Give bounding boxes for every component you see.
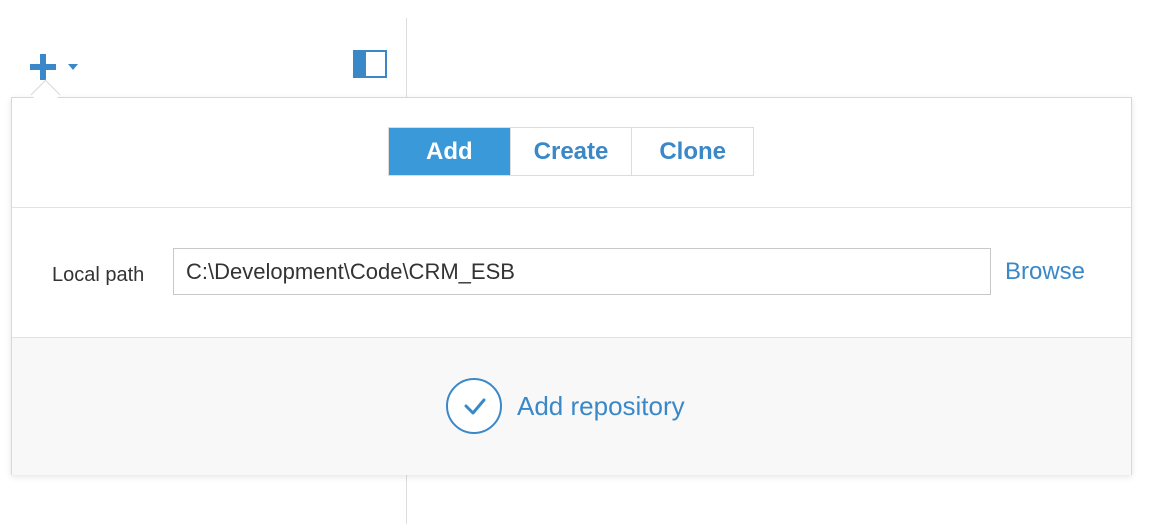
- mode-tabs: Add Create Clone: [388, 127, 754, 176]
- checkmark-circle-icon: [446, 378, 502, 434]
- tab-create[interactable]: Create: [509, 128, 632, 175]
- tab-add[interactable]: Add: [389, 128, 510, 175]
- add-repository-popover: Add Create Clone Local path Browse Add r…: [11, 97, 1132, 475]
- tab-clone[interactable]: Clone: [631, 128, 753, 175]
- popover-arrow-mask: [28, 98, 62, 108]
- checkmark-icon: [464, 398, 486, 415]
- add-menu-button[interactable]: [30, 52, 86, 82]
- app-canvas: Add Create Clone Local path Browse Add r…: [0, 0, 1174, 524]
- browse-link[interactable]: Browse: [1005, 258, 1085, 286]
- popover-footer: Add repository: [12, 338, 1131, 475]
- add-repository-button[interactable]: Add repository: [446, 376, 685, 436]
- add-repository-label: Add repository: [517, 390, 685, 421]
- local-path-row: Local path Browse: [12, 208, 1131, 336]
- local-path-input[interactable]: [173, 248, 991, 295]
- local-path-label: Local path: [52, 264, 145, 286]
- plus-icon: [30, 54, 56, 80]
- caret-down-icon: [68, 64, 78, 70]
- sidebar-toggle-icon[interactable]: [353, 50, 387, 78]
